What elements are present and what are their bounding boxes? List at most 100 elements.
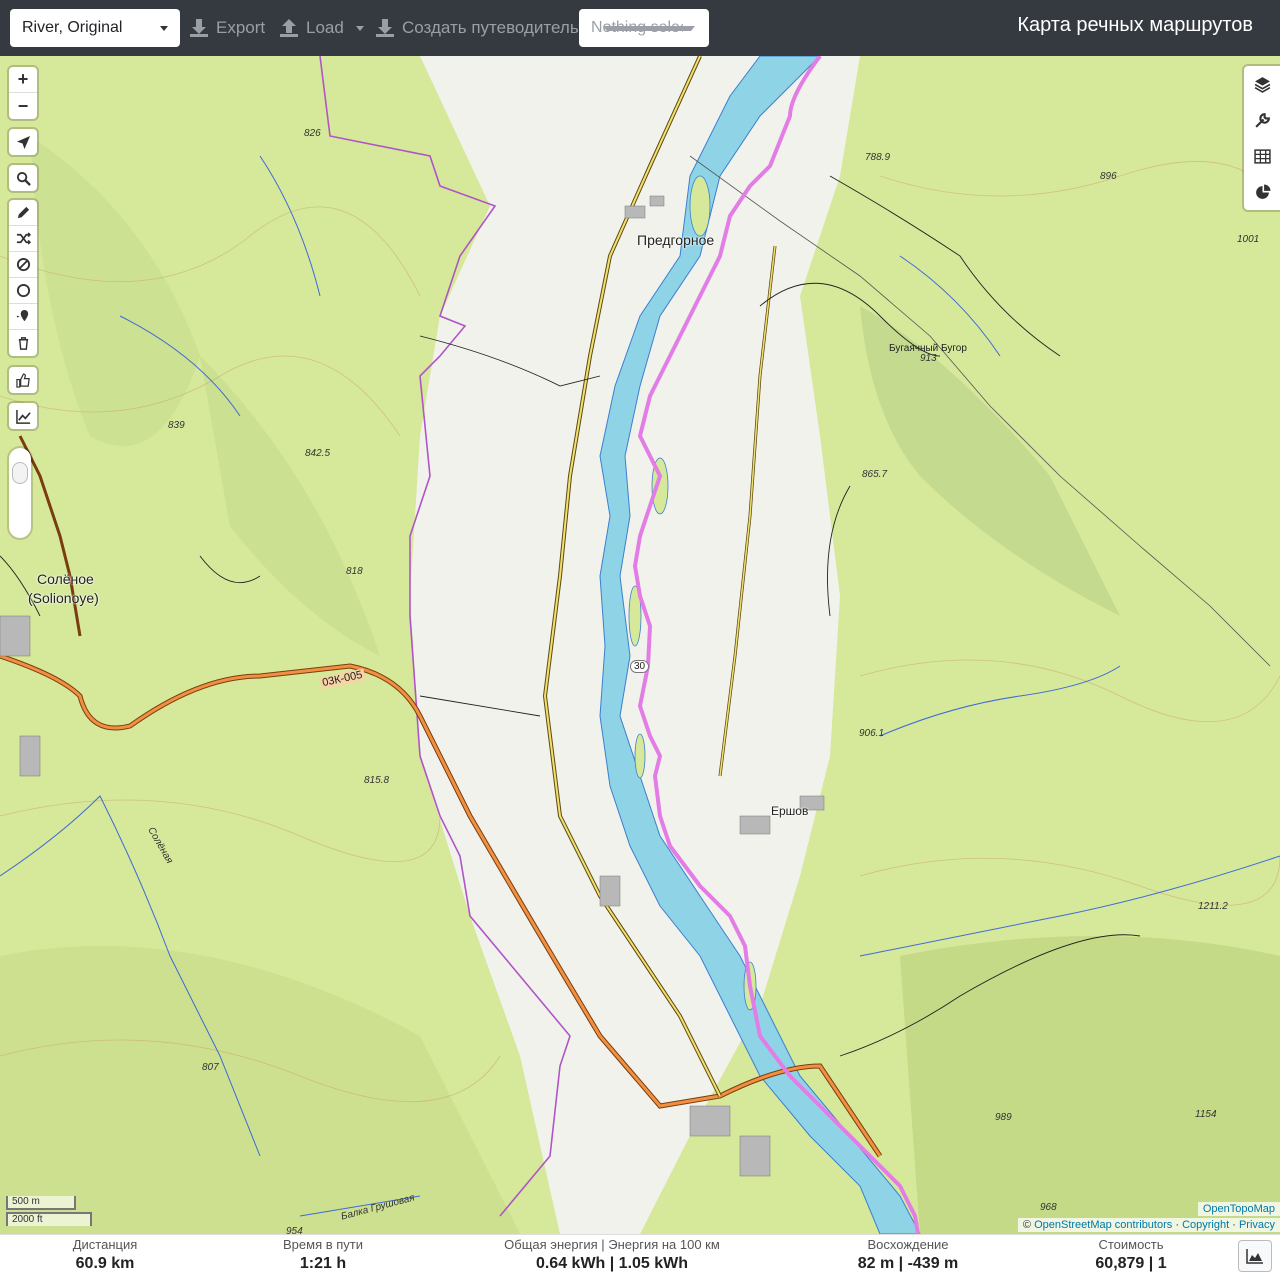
delete-route-button[interactable] (9, 330, 37, 356)
caret-down-icon (603, 26, 695, 31)
table-icon (1253, 148, 1271, 164)
attr-separator: · (1175, 1219, 1179, 1231)
stats-button[interactable] (1244, 174, 1280, 210)
reverse-route-button[interactable] (9, 226, 37, 252)
stat-energy-value: 0.64 kWh | 1.05 kWh (535, 1255, 689, 1272)
scale-metric: 500 m (6, 1196, 76, 1210)
elevation-control (9, 403, 37, 429)
draw-toolbar (9, 200, 37, 356)
copyright-link[interactable]: Copyright (1182, 1219, 1229, 1231)
elevation-label: 807 (202, 1062, 219, 1073)
stat-ascent: Восхождение 82 m | -439 m (838, 1235, 978, 1273)
line-chart-icon (15, 409, 31, 424)
attribution-provider: OpenTopoMap (1197, 1202, 1280, 1216)
zoom-in-button[interactable]: + (9, 67, 37, 93)
load-button[interactable]: Load (278, 9, 364, 47)
poi-button[interactable] (9, 304, 37, 330)
elevation-label: 842.5 (305, 448, 331, 459)
locate-control (9, 129, 37, 155)
search-icon (16, 171, 31, 186)
export-button[interactable]: Export (188, 9, 265, 47)
pie-chart-icon (1255, 184, 1270, 199)
zoom-control: + − (9, 67, 37, 119)
layers-button[interactable] (1244, 66, 1280, 102)
stat-time: Время в пути 1:21 h (263, 1235, 383, 1273)
circle-icon (16, 283, 30, 298)
attribution-bar: © OpenStreetMap contributors · Copyright… (1017, 1218, 1280, 1232)
location-arrow-icon (16, 135, 30, 149)
stat-distance-label: Дистанция (72, 1237, 138, 1252)
elevation-label: 1154 (1195, 1109, 1217, 1120)
town-label-solenoe: Солёное (37, 571, 94, 587)
elevation-label: 968 (1040, 1202, 1057, 1213)
map-marker-icon (16, 309, 28, 322)
profile-select[interactable]: River, Original (10, 9, 180, 47)
elevation-label: 826 (304, 128, 321, 139)
elevation-label: 954 (286, 1226, 303, 1234)
load-label: Load (306, 18, 344, 37)
osm-contributors-link[interactable]: OpenStreetMap contributors (1034, 1219, 1172, 1231)
download-icon (376, 19, 394, 37)
stat-ascent-value: 82 m | -439 m (857, 1255, 959, 1272)
no-go-area-button[interactable] (9, 252, 37, 278)
thumbs-up-button[interactable] (9, 367, 37, 393)
search-control (9, 165, 37, 191)
stat-cost-value: 60,879 | 1 (1095, 1255, 1167, 1272)
elevation-chart-button[interactable] (9, 403, 37, 429)
route-select[interactable]: Nothing selected (579, 9, 709, 47)
stat-time-value: 1:21 h (299, 1255, 347, 1272)
stat-time-label: Время в пути (283, 1237, 363, 1252)
elevation-label: 913 (920, 353, 937, 364)
create-guide-button[interactable]: Создать путеводитель (374, 9, 579, 47)
create-guide-label: Создать путеводитель (402, 18, 579, 37)
opentopomap-link[interactable]: OpenTopoMap (1203, 1203, 1275, 1215)
elevation-label: 815.8 (364, 775, 390, 786)
elevation-label: 1211.2 (1198, 901, 1228, 912)
top-navbar: River, Original Export Load Создать путе… (0, 0, 1280, 56)
attr-copyright-symbol: © (1022, 1219, 1032, 1231)
elevation-label: 865.7 (862, 469, 888, 480)
attr-separator: · (1232, 1219, 1236, 1231)
settings-button[interactable] (1244, 102, 1280, 138)
customize-control (9, 367, 37, 393)
search-button[interactable] (9, 165, 37, 191)
trash-icon (18, 336, 28, 350)
draw-route-button[interactable] (9, 200, 37, 226)
circle-area-button[interactable] (9, 278, 37, 304)
app-title: Карта речных маршрутов (1017, 14, 1253, 36)
caret-down-icon (355, 25, 364, 31)
privacy-link[interactable]: Privacy (1239, 1219, 1275, 1231)
profile-select-value: River, Original (22, 19, 123, 36)
export-label: Export (216, 18, 266, 37)
ban-icon (16, 257, 30, 272)
layers-toolbar (1244, 66, 1280, 210)
upload-icon (280, 19, 298, 37)
elevation-label: 818 (346, 566, 363, 577)
thumbs-up-icon (15, 372, 30, 388)
elevation-label: 788.9 (865, 152, 891, 163)
shuffle-icon (16, 232, 31, 245)
town-label-predgornoe: Предгорное (637, 232, 715, 248)
stat-ascent-label: Восхождение (867, 1237, 949, 1252)
stat-energy-label: Общая энергия | Энергия на 100 км (504, 1237, 720, 1252)
stat-cost: Стоимость 60,879 | 1 (1071, 1235, 1191, 1273)
elevation-label: 989 (995, 1112, 1012, 1123)
wrench-icon (1254, 112, 1270, 128)
zoom-out-button[interactable]: − (9, 93, 37, 119)
layers-icon (1254, 76, 1270, 93)
elevation-label: 839 (168, 420, 185, 431)
download-icon (190, 19, 208, 37)
elevation-label: 896 (1100, 171, 1117, 182)
map-canvas[interactable]: Предгорное Солёное (Solionoye) Ершов 03К… (0, 56, 1280, 1234)
locate-button[interactable] (9, 129, 37, 155)
table-button[interactable] (1244, 138, 1280, 174)
toggle-elevation-profile-button[interactable] (1238, 1240, 1272, 1272)
area-chart-icon (1246, 1249, 1263, 1264)
route-stats-bar: Дистанция 60.9 km Время в пути 1:21 h Об… (0, 1234, 1280, 1280)
elevation-label: 906.1 (859, 728, 885, 739)
scale-imperial: 2000 ft (6, 1212, 92, 1226)
opacity-slider-handle[interactable] (12, 462, 28, 484)
town-label-solenoe-latin: (Solionoye) (28, 590, 99, 606)
pencil-icon (17, 206, 29, 219)
caret-down-icon (160, 26, 168, 31)
